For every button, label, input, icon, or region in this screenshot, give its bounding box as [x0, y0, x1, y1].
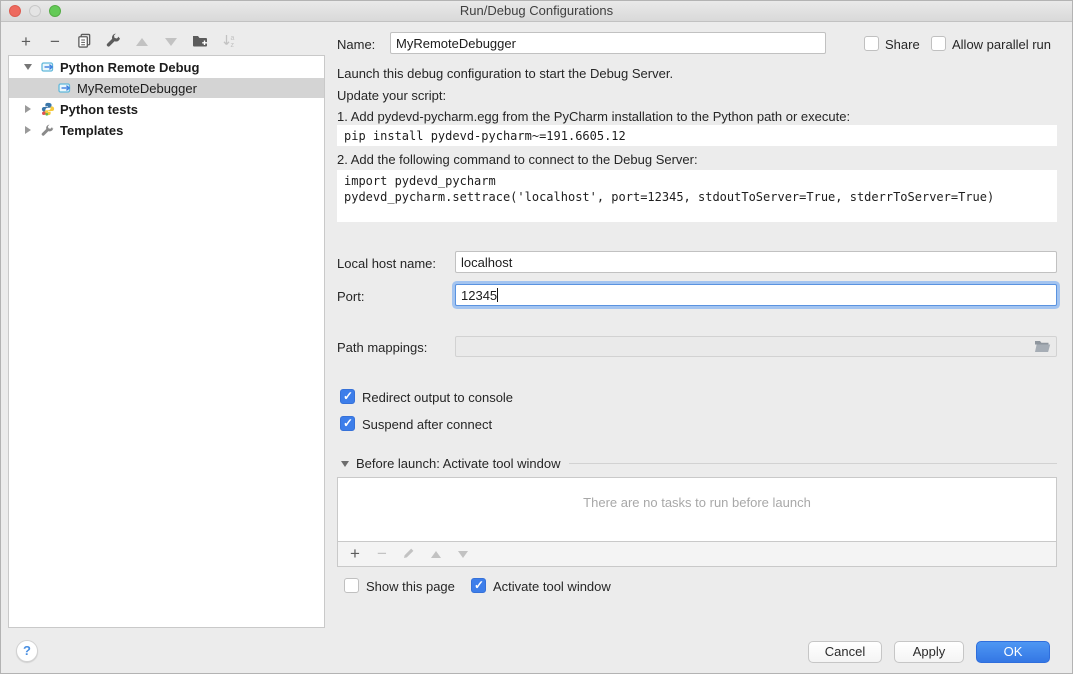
pip-install-code-block: pip install pydevd-pycharm~=191.6605.12 [337, 125, 1057, 146]
tree-item-python-tests[interactable]: Python tests [9, 99, 324, 119]
configurations-toolbar: + − az [18, 32, 237, 52]
sort-alphabetically-icon: az [222, 33, 237, 51]
pencil-icon [402, 546, 416, 563]
suspend-after-connect-checkbox[interactable] [340, 416, 355, 431]
text-cursor [497, 288, 498, 302]
help-button[interactable]: ? [16, 640, 38, 662]
wrench-icon [106, 33, 121, 51]
port-input[interactable] [455, 284, 1057, 306]
arrow-down-icon [165, 38, 177, 46]
move-task-down-button [455, 546, 471, 562]
remote-debug-icon [40, 60, 55, 74]
ok-button[interactable]: OK [976, 641, 1050, 663]
arrow-down-icon [458, 551, 468, 558]
add-task-button[interactable]: + [347, 546, 363, 562]
expand-arrow-icon[interactable] [22, 126, 33, 134]
redirect-output-label: Redirect output to console [362, 390, 513, 405]
remove-task-button: − [374, 546, 390, 562]
edit-templates-button[interactable] [105, 34, 121, 50]
remote-debug-icon [57, 81, 72, 95]
minus-icon: − [50, 34, 60, 50]
move-up-button [134, 34, 150, 50]
before-launch-title: Before launch: Activate tool window [356, 456, 561, 471]
activate-tool-window-checkbox[interactable] [471, 578, 486, 593]
move-down-button [163, 34, 179, 50]
path-mappings-field[interactable] [455, 336, 1057, 357]
copy-configuration-button[interactable] [76, 34, 92, 50]
sort-configurations-button: az [221, 34, 237, 50]
edit-task-button [401, 546, 417, 562]
collapse-arrow-icon[interactable] [341, 461, 349, 467]
tree-item-label: Templates [60, 123, 123, 138]
configurations-tree: Python Remote Debug MyRemoteDebugger Pyt… [8, 55, 325, 628]
allow-parallel-run-checkbox[interactable] [931, 36, 946, 51]
redirect-output-checkbox[interactable] [340, 389, 355, 404]
apply-button[interactable]: Apply [894, 641, 964, 663]
code-line: import pydevd_pycharm [344, 173, 1050, 189]
instructions-step-1: 1. Add pydevd-pycharm.egg from the PyCha… [337, 109, 850, 124]
suspend-after-connect-label: Suspend after connect [362, 417, 492, 432]
plus-icon: + [350, 546, 360, 562]
remove-configuration-button[interactable]: − [47, 34, 63, 50]
name-label: Name: [337, 37, 375, 52]
tree-item-templates[interactable]: Templates [9, 120, 324, 140]
browse-folder-icon[interactable] [1034, 340, 1051, 356]
local-host-name-input[interactable] [455, 251, 1057, 273]
show-this-page-label: Show this page [366, 579, 455, 594]
collapse-arrow-icon[interactable] [22, 64, 33, 70]
window-title: Run/Debug Configurations [0, 3, 1073, 18]
code-line: pydevd_pycharm.settrace('localhost', por… [344, 189, 1050, 205]
new-folder-icon [192, 34, 208, 51]
instructions-line-2: Update your script: [337, 88, 446, 103]
tree-item-label: MyRemoteDebugger [77, 81, 197, 96]
new-folder-button[interactable] [192, 34, 208, 50]
empty-tasks-message: There are no tasks to run before launch [337, 495, 1057, 510]
before-launch-toolbar: + − [337, 542, 1057, 567]
svg-text:a: a [230, 35, 234, 42]
section-divider [569, 463, 1057, 464]
show-this-page-checkbox[interactable] [344, 578, 359, 593]
activate-tool-window-label: Activate tool window [493, 579, 611, 594]
name-input[interactable] [390, 32, 826, 54]
cancel-button[interactable]: Cancel [808, 641, 882, 663]
tree-item-label: Python Remote Debug [60, 60, 199, 75]
help-icon: ? [23, 643, 31, 658]
svg-text:z: z [230, 42, 234, 48]
share-label: Share [885, 37, 920, 52]
port-label: Port: [337, 289, 364, 304]
settrace-code-block: import pydevd_pycharm pydevd_pycharm.set… [337, 170, 1057, 222]
instructions-step-2: 2. Add the following command to connect … [337, 152, 698, 167]
allow-parallel-run-label: Allow parallel run [952, 37, 1051, 52]
python-icon [40, 102, 55, 116]
tree-item-python-remote-debug[interactable]: Python Remote Debug [9, 57, 324, 77]
wrench-icon [40, 123, 55, 137]
move-task-up-button [428, 546, 444, 562]
titlebar: Run/Debug Configurations [0, 0, 1073, 22]
tree-item-myremotedebugger[interactable]: MyRemoteDebugger [9, 78, 324, 98]
arrow-up-icon [136, 38, 148, 46]
minus-icon: − [377, 546, 387, 562]
instructions-line-1: Launch this debug configuration to start… [337, 66, 673, 81]
path-mappings-label: Path mappings: [337, 340, 427, 355]
copy-icon [77, 33, 92, 51]
arrow-up-icon [431, 551, 441, 558]
add-configuration-button[interactable]: + [18, 34, 34, 50]
tree-item-label: Python tests [60, 102, 138, 117]
share-checkbox[interactable] [864, 36, 879, 51]
plus-icon: + [21, 34, 31, 50]
expand-arrow-icon[interactable] [22, 105, 33, 113]
local-host-name-label: Local host name: [337, 256, 436, 271]
